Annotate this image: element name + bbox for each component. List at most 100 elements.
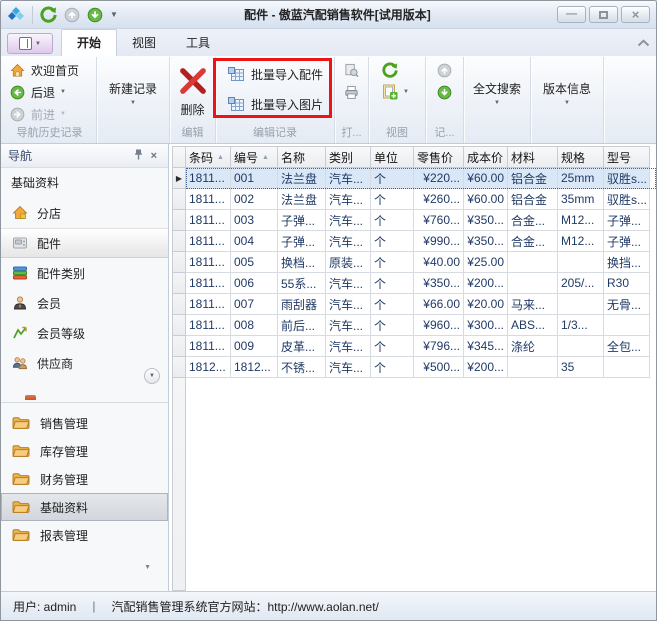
column-header-2[interactable]: 名称 — [278, 146, 326, 168]
nav-down-icon[interactable] — [87, 7, 103, 23]
table-row-6[interactable]: 1811...007雨刮器汽车...个¥66.00¥20.00马来...无骨..… — [172, 294, 656, 315]
column-header-label: 成本价 — [467, 149, 503, 166]
category-icon — [11, 265, 28, 281]
table-cell: 个 — [371, 168, 414, 189]
tab-view[interactable]: 视图 — [117, 30, 171, 56]
back-button[interactable]: 后退 ▼ — [5, 81, 94, 103]
table-row-3[interactable]: 1811...004子弹...汽车...个¥990...¥350...合金...… — [172, 231, 656, 252]
nav-up-icon[interactable] — [64, 7, 80, 23]
batch-import-images-button[interactable]: 批量导入图片 — [228, 92, 332, 117]
welcome-home-button[interactable]: 欢迎首页 — [5, 59, 94, 81]
refresh-view-button[interactable] — [377, 59, 423, 81]
sidebar-folder-3[interactable]: 基础资料 — [1, 493, 168, 521]
print-preview-button[interactable] — [339, 59, 364, 81]
table-cell: ¥200... — [464, 357, 508, 378]
sidebar-folder-4[interactable]: 报表管理 — [1, 521, 168, 549]
grid-header: 条码▲编号▲名称类别单位零售价成本价材料规格型号 — [172, 146, 656, 168]
version-info-button[interactable]: 版本信息 ▼ — [533, 59, 601, 126]
table-cell: 法兰盘 — [278, 189, 326, 210]
column-header-3[interactable]: 类别 — [326, 146, 371, 168]
table-row-7[interactable]: 1811...008前后...汽车...个¥960...¥300...ABS..… — [172, 315, 656, 336]
delete-button[interactable]: 删除 — [172, 59, 213, 126]
refresh-icon[interactable] — [40, 6, 57, 23]
table-cell: 1811... — [186, 168, 231, 189]
pin-icon[interactable] — [130, 149, 147, 163]
table-row-0[interactable]: ▶1811...001法兰盘汽车...个¥220...¥60.00铝合金25mm… — [172, 168, 656, 189]
layout-clipboard-icon — [381, 84, 398, 100]
sidebar-folder-label: 财务管理 — [40, 471, 88, 488]
table-cell: 25mm — [558, 168, 604, 189]
batch-import-parts-button[interactable]: 批量导入配件 — [228, 62, 332, 87]
sidebar-folder-label: 库存管理 — [40, 443, 88, 460]
application-menu-button[interactable]: ▼ — [7, 33, 53, 54]
close-button[interactable]: × — [621, 6, 650, 23]
table-cell: 个 — [371, 357, 414, 378]
table-cell: 驭胜s... — [604, 168, 650, 189]
tab-tools[interactable]: 工具 — [171, 30, 225, 56]
column-header-1[interactable]: 编号▲ — [231, 146, 278, 168]
table-cell — [604, 357, 650, 378]
column-header-label: 零售价 — [417, 149, 453, 166]
record-down-button[interactable] — [432, 81, 457, 103]
column-header-7[interactable]: 材料 — [508, 146, 558, 168]
column-header-6[interactable]: 成本价 — [464, 146, 508, 168]
column-header-8[interactable]: 规格 — [558, 146, 604, 168]
new-record-button[interactable]: 新建记录 ▼ — [99, 59, 167, 126]
row-indicator — [172, 336, 186, 357]
sidebar-folder-0[interactable]: 销售管理 — [1, 409, 168, 437]
table-row-8[interactable]: 1811...009皮革...汽车...个¥796...¥345...涤纶全包.… — [172, 336, 656, 357]
folder-icon — [11, 528, 31, 542]
maximize-button[interactable] — [589, 6, 618, 23]
column-header-5[interactable]: 零售价 — [414, 146, 464, 168]
close-icon[interactable]: × — [147, 150, 161, 162]
table-cell: 个 — [371, 336, 414, 357]
sidebar-item-3[interactable]: 会员 — [1, 288, 168, 318]
sidebar-item-5[interactable]: 供应商 — [1, 348, 168, 378]
minimize-button[interactable]: — — [557, 6, 586, 23]
layout-view-button[interactable]: ▼ — [377, 81, 423, 103]
chevron-down-icon[interactable]: ▼ — [403, 89, 409, 95]
current-row-arrow-icon: ▶ — [176, 174, 182, 183]
table-row-2[interactable]: 1811...003子弹...汽车...个¥760...¥350...合金...… — [172, 210, 656, 231]
record-up-button[interactable] — [432, 59, 457, 81]
forward-button[interactable]: 前进 ▼ — [5, 103, 94, 125]
table-cell: 个 — [371, 231, 414, 252]
sidebar-item-1[interactable]: 配件 — [1, 228, 168, 258]
row-indicator — [172, 231, 186, 252]
column-header-9[interactable]: 型号 — [604, 146, 650, 168]
table-cell: 001 — [231, 168, 278, 189]
forward-label: 前进 — [31, 106, 55, 123]
chevron-down-icon[interactable]: ▼ — [60, 89, 66, 95]
table-cell: ¥760... — [414, 210, 464, 231]
sidebar-folder-2[interactable]: 财务管理 — [1, 465, 168, 493]
status-divider: | — [92, 599, 95, 613]
full-text-search-button[interactable]: 全文搜索 ▼ — [466, 59, 528, 126]
table-cell: 个 — [371, 294, 414, 315]
table-cell: ¥345... — [464, 336, 508, 357]
sidebar-item-0[interactable]: 分店 — [1, 198, 168, 228]
nav-scroll-down-button[interactable]: ▼ — [144, 368, 160, 384]
table-cell: ¥220... — [414, 168, 464, 189]
table-cell: ¥990... — [414, 231, 464, 252]
sidebar-overflow-button[interactable]: ▼ — [144, 564, 151, 571]
table-cell: 002 — [231, 189, 278, 210]
ribbon-collapse-button[interactable] — [637, 36, 650, 50]
print-button[interactable] — [339, 81, 364, 103]
back-label: 后退 — [31, 84, 55, 101]
table-row-1[interactable]: 1811...002法兰盘汽车...个¥260...¥60.00铝合金35mm驭… — [172, 189, 656, 210]
table-cell: 汽车... — [326, 210, 371, 231]
sidebar-item-2[interactable]: 配件类别 — [1, 258, 168, 288]
qat-dropdown-icon[interactable]: ▼ — [110, 11, 118, 19]
table-row-9[interactable]: 1812...1812...不锈...汽车...个¥500...¥200...3… — [172, 357, 656, 378]
sidebar-item-4[interactable]: 会员等级 — [1, 318, 168, 348]
table-row-4[interactable]: 1811...005换档...原装...个¥40.00¥25.00换挡... — [172, 252, 656, 273]
table-cell: 1811... — [186, 252, 231, 273]
sidebar-folder-1[interactable]: 库存管理 — [1, 437, 168, 465]
column-header-4[interactable]: 单位 — [371, 146, 414, 168]
table-row-5[interactable]: 1811...00655系...汽车...个¥350...¥200...205/… — [172, 273, 656, 294]
row-indicator — [172, 315, 186, 336]
row-indicator: ▶ — [172, 168, 186, 189]
column-header-0[interactable]: 条码▲ — [186, 146, 231, 168]
tab-start[interactable]: 开始 — [61, 29, 117, 56]
sidebar-item-label: 配件 — [37, 235, 61, 252]
